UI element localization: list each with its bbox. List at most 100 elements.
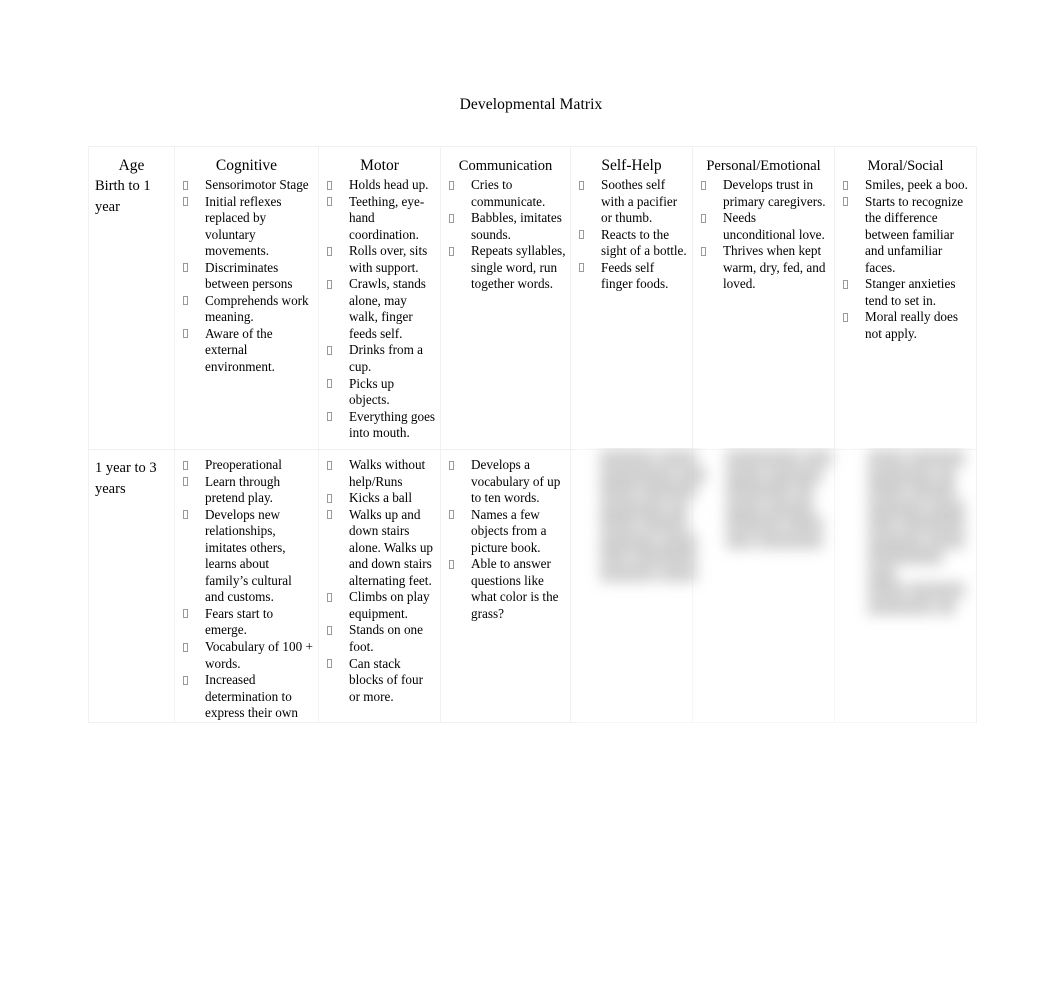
bullet-missing-glyph-icon: [327, 659, 332, 669]
list-item: Sensorimotor Stage: [175, 177, 314, 194]
list-item: Initial reflexes replaced by voluntary m…: [175, 194, 314, 260]
bullet-list-moral-social-row-1: Smiles, peek a boo. Starts to recognize t…: [835, 177, 976, 342]
list-item: Cries to communicate.: [441, 177, 566, 210]
list-item: Comprehends work meaning.: [175, 293, 314, 326]
list-item: Feeds self finger foods.: [571, 260, 688, 293]
bullet-list-communication-row-2: Develops a vocabulary of up to ten words…: [441, 457, 570, 622]
bullet-missing-glyph-icon: [843, 180, 848, 190]
bullet-missing-glyph-icon: [449, 510, 454, 520]
cell-age-row-1: Age Birth to 1 year: [88, 146, 175, 450]
list-item: Drinks from a cup.: [319, 342, 436, 375]
table-row: Age Birth to 1 year Cognitive Sensorimot…: [88, 146, 977, 450]
column-header-moral-social: Moral/Social: [867, 158, 944, 174]
bullet-missing-glyph-icon: [183, 477, 188, 487]
cell-personal-emotional-row-2: [692, 449, 835, 723]
bullet-missing-glyph-icon: [449, 213, 454, 223]
bullet-missing-glyph-icon: [183, 675, 188, 685]
list-item: Develops new relationships, imitates oth…: [175, 507, 314, 606]
list-item: Preoperational: [175, 457, 314, 474]
page-title: Developmental Matrix: [459, 96, 603, 113]
bullet-missing-glyph-icon: [327, 180, 332, 190]
list-item: Moral really does not apply.: [835, 309, 972, 342]
cell-cognitive-row-2: Preoperational Learn through pretend play…: [174, 449, 319, 723]
bullet-missing-glyph-icon: [183, 329, 188, 339]
list-item: Stands on one foot.: [319, 622, 436, 655]
bullet-missing-glyph-icon: [183, 197, 188, 207]
cell-age-row-2: 1 year to 3 years: [88, 449, 175, 723]
bullet-missing-glyph-icon: [183, 609, 188, 619]
bullet-missing-glyph-icon: [579, 180, 584, 190]
bullet-missing-glyph-icon: [843, 312, 848, 322]
cell-moral-social-row-2: [834, 449, 977, 723]
cell-moral-social-row-1: Moral/Social Smiles, peek a boo. Starts t…: [834, 146, 977, 450]
column-header-communication: Communication: [458, 158, 553, 174]
bullet-missing-glyph-icon: [327, 510, 332, 520]
developmental-matrix-table: Age Birth to 1 year Cognitive Sensorimot…: [88, 146, 977, 723]
bullet-missing-glyph-icon: [327, 460, 332, 470]
cell-motor-row-1: Motor Holds head up. Teething, eye-hand c…: [318, 146, 441, 450]
bullet-list-personal-emotional-row-1: Develops trust in primary caregivers. Nee…: [693, 177, 834, 293]
bullet-missing-glyph-icon: [843, 197, 848, 207]
list-item: Climbs on play equipment.: [319, 589, 436, 622]
bullet-missing-glyph-icon: [449, 559, 454, 569]
list-item: Smiles, peek a boo.: [835, 177, 972, 194]
list-item: Starts to recognize the difference betwe…: [835, 194, 972, 277]
table-row: 1 year to 3 years Preoperational Learn th…: [88, 449, 977, 723]
column-header-motor: Motor: [360, 157, 399, 174]
cell-communication-row-1: Communication Cries to communicate. Babbl…: [440, 146, 571, 450]
list-item: Repeats syllables, single word, run toge…: [441, 243, 566, 293]
bullet-list-communication-row-1: Cries to communicate. Babbles, imitates s…: [441, 177, 570, 293]
bullet-missing-glyph-icon: [327, 279, 332, 289]
list-item: Can stack blocks of four or more.: [319, 656, 436, 706]
list-item: Names a few objects from a picture book.: [441, 507, 566, 557]
bullet-list-self-help-row-1: Soothes self with a pacifier or thumb. Re…: [571, 177, 692, 293]
cell-motor-row-2: Walks without help/Runs Kicks a ball Walks…: [318, 449, 441, 723]
bullet-missing-glyph-icon: [183, 296, 188, 306]
list-item: Picks up objects.: [319, 376, 436, 409]
list-item: Holds head up.: [319, 177, 436, 194]
list-item: Everything goes into mouth.: [319, 409, 436, 442]
bullet-list-cognitive-row-2: Preoperational Learn through pretend play…: [175, 457, 318, 722]
list-item: Aware of the external environment.: [175, 326, 314, 376]
list-item: Learn through pretend play.: [175, 474, 314, 507]
bullet-missing-glyph-icon: [327, 197, 332, 207]
bullet-missing-glyph-icon: [327, 592, 332, 602]
list-item: Needs unconditional love.: [693, 210, 830, 243]
bullet-missing-glyph-icon: [449, 180, 454, 190]
list-item: Able to answer questions like what color…: [441, 556, 566, 622]
bullet-missing-glyph-icon: [449, 246, 454, 256]
bullet-list-motor-row-1: Holds head up. Teething, eye-hand coordin…: [319, 177, 440, 442]
list-item: Reacts to the sight of a bottle.: [571, 227, 688, 260]
column-header-self-help: Self-Help: [601, 157, 662, 174]
cell-cognitive-row-1: Cognitive Sensorimotor Stage Initial refl…: [174, 146, 319, 450]
bullet-missing-glyph-icon: [183, 510, 188, 520]
list-item: Stanger anxieties tend to set in.: [835, 276, 972, 309]
list-item: Increased determination to express their…: [175, 672, 314, 722]
cell-communication-row-2: Develops a vocabulary of up to ten words…: [440, 449, 571, 723]
bullet-missing-glyph-icon: [183, 263, 188, 273]
bullet-list-cognitive-row-1: Sensorimotor Stage Initial reflexes repla…: [175, 177, 318, 376]
bullet-missing-glyph-icon: [183, 642, 188, 652]
bullet-missing-glyph-icon: [701, 213, 706, 223]
list-item: Develops trust in primary caregivers.: [693, 177, 830, 210]
bullet-missing-glyph-icon: [327, 625, 332, 635]
age-range-label-row-1: Birth to 1 year: [95, 178, 151, 215]
list-item: Fears start to emerge.: [175, 606, 314, 639]
list-item: Develops a vocabulary of up to ten words…: [441, 457, 566, 507]
bullet-missing-glyph-icon: [327, 412, 332, 422]
bullet-list-motor-row-2: Walks without help/Runs Kicks a ball Walks…: [319, 457, 440, 705]
bullet-missing-glyph-icon: [327, 246, 332, 256]
cell-self-help-row-1: Self-Help Soothes self with a pacifier o…: [570, 146, 693, 450]
bullet-missing-glyph-icon: [183, 460, 188, 470]
list-item: Crawls, stands alone, may walk, finger f…: [319, 276, 436, 342]
cell-personal-emotional-row-1: Personal/Emotional Develops trust in pri…: [692, 146, 835, 450]
bullet-missing-glyph-icon: [701, 180, 706, 190]
list-item: Teething, eye-hand coordination.: [319, 194, 436, 244]
list-item: Thrives when kept warm, dry, fed, and lo…: [693, 243, 830, 293]
bullet-missing-glyph-icon: [449, 460, 454, 470]
column-header-age: Age: [118, 157, 145, 174]
bullet-missing-glyph-icon: [327, 493, 332, 503]
list-item: Walks up and down stairs alone. Walks up…: [319, 507, 436, 590]
age-range-label-row-2: 1 year to 3 years: [95, 460, 157, 497]
column-header-personal-emotional: Personal/Emotional: [706, 158, 821, 174]
